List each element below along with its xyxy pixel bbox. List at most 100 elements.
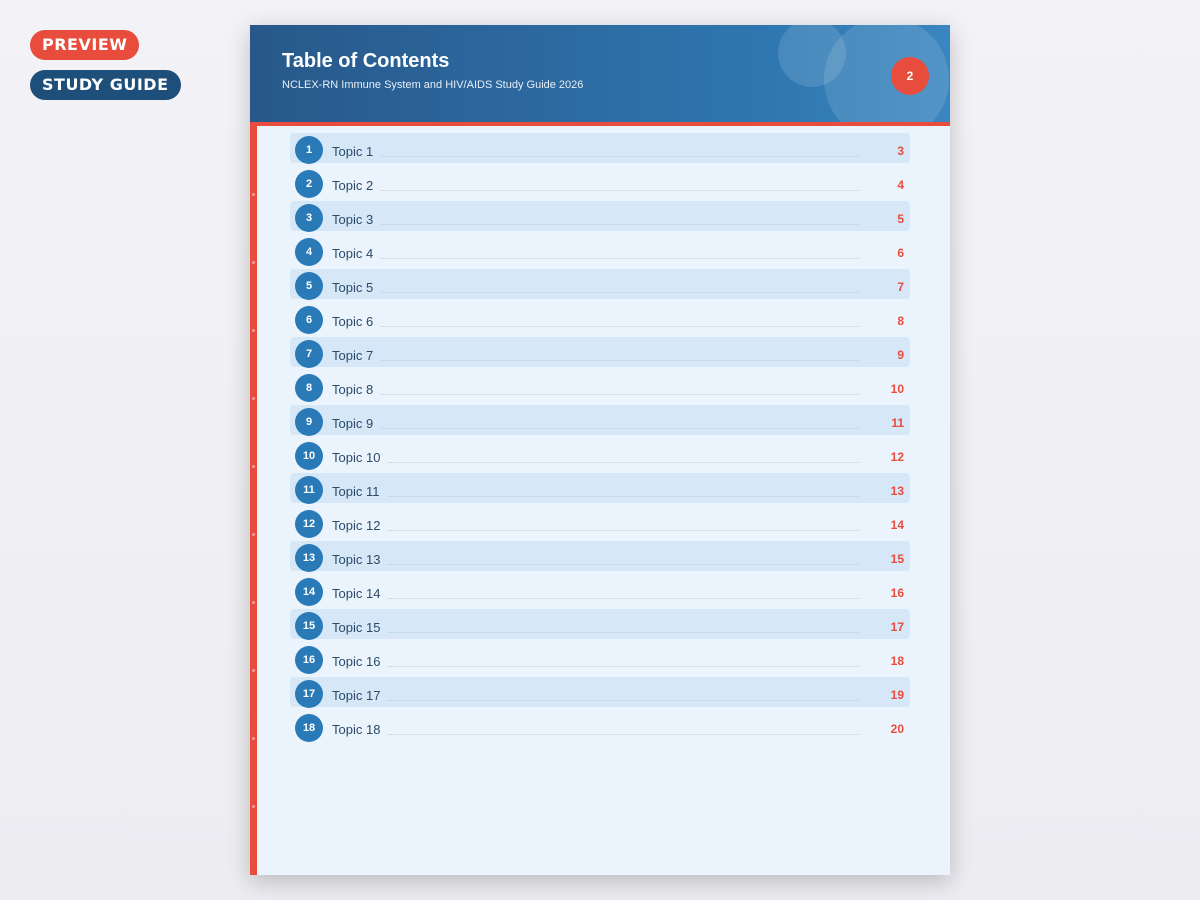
- toc-entry-number: 15: [295, 612, 323, 640]
- toc-leader-dots: [381, 360, 860, 361]
- toc-entry-number: 14: [295, 578, 323, 606]
- toc-entry-page: 11: [891, 416, 904, 430]
- toc-entry-page: 6: [897, 246, 904, 260]
- page-title: Table of Contents: [282, 50, 450, 72]
- binding-hole: [252, 669, 255, 672]
- toc-leader-dots: [388, 700, 860, 701]
- toc-entry[interactable]: 18 Topic 18 20: [290, 711, 910, 742]
- toc-entry[interactable]: 12 Topic 12 14: [290, 507, 910, 538]
- toc-entry-page: 14: [890, 518, 904, 532]
- toc-leader-dots: [381, 190, 860, 191]
- header-accent-bar: [250, 122, 950, 126]
- toc-leader-dots: [381, 156, 860, 157]
- preview-badge: PREVIEW: [30, 30, 140, 60]
- toc-entry-number: 18: [295, 714, 323, 742]
- toc-entry-number: 8: [295, 374, 323, 402]
- toc-entry[interactable]: 2 Topic 2 4: [290, 167, 910, 198]
- toc-entry-title: Topic 6: [332, 314, 374, 329]
- toc-entry[interactable]: 17 Topic 17 19: [290, 677, 910, 708]
- toc-entry[interactable]: 14 Topic 14 16: [290, 575, 910, 606]
- toc-entry[interactable]: 10 Topic 10 12: [290, 439, 910, 470]
- toc-entry[interactable]: 1 Topic 1 3: [290, 133, 910, 164]
- page-subtitle: NCLEX-RN Immune System and HIV/AIDS Stud…: [282, 79, 584, 91]
- toc-entry[interactable]: 7 Topic 7 9: [290, 337, 910, 368]
- toc-leader-dots: [388, 564, 860, 565]
- decorative-circle: [824, 25, 949, 122]
- toc-entry-number: 2: [295, 170, 323, 198]
- toc-entry-title: Topic 12: [332, 518, 381, 533]
- toc-entry-number: 13: [295, 544, 323, 572]
- toc-entry-number: 5: [295, 272, 323, 300]
- toc-entry-title: Topic 16: [332, 654, 381, 669]
- toc-entry-page: 16: [890, 586, 904, 600]
- page-number-badge: 2: [891, 57, 929, 95]
- binding-hole: [252, 533, 255, 536]
- toc-leader-dots: [387, 496, 860, 497]
- page-header: Table of Contents NCLEX-RN Immune System…: [250, 25, 950, 122]
- toc-entry[interactable]: 6 Topic 6 8: [290, 303, 910, 334]
- binding-hole: [252, 737, 255, 740]
- binding-hole: [252, 329, 255, 332]
- binding-hole: [252, 193, 255, 196]
- toc-entry-title: Topic 10: [332, 450, 381, 465]
- toc-entry-number: 16: [295, 646, 323, 674]
- toc-entry-page: 12: [890, 450, 904, 464]
- toc-leader-dots: [388, 530, 860, 531]
- toc-leader-dots: [388, 598, 860, 599]
- toc-entry-title: Topic 8: [332, 382, 374, 397]
- toc-leader-dots: [388, 462, 860, 463]
- toc-entry-number: 1: [295, 136, 323, 164]
- toc-leader-dots: [381, 258, 860, 259]
- toc-entry-title: Topic 15: [332, 620, 381, 635]
- toc-leader-dots: [381, 394, 860, 395]
- toc-entry-page: 3: [897, 144, 904, 158]
- toc-entry-page: 18: [890, 654, 904, 668]
- toc-entry[interactable]: 9 Topic 9 11: [290, 405, 910, 436]
- toc-entry-number: 4: [295, 238, 323, 266]
- toc-leader-dots: [381, 326, 860, 327]
- toc-entry-title: Topic 13: [332, 552, 381, 567]
- binding-hole: [252, 261, 255, 264]
- toc-entry-page: 10: [890, 382, 904, 396]
- toc-entry[interactable]: 15 Topic 15 17: [290, 609, 910, 640]
- toc-entry[interactable]: 11 Topic 11 13: [290, 473, 910, 504]
- binding-hole: [252, 465, 255, 468]
- toc-leader-dots: [381, 428, 860, 429]
- toc-entry-number: 9: [295, 408, 323, 436]
- toc-entry-page: 7: [897, 280, 904, 294]
- toc-entry-page: 8: [897, 314, 904, 328]
- toc-entry-number: 7: [295, 340, 323, 368]
- toc-entry-number: 17: [295, 680, 323, 708]
- toc-entry-number: 12: [295, 510, 323, 538]
- study-guide-badge: STUDY GUIDE: [30, 70, 181, 100]
- toc-entry-page: 9: [897, 348, 904, 362]
- toc-entry-title: Topic 18: [332, 722, 381, 737]
- toc-entry-title: Topic 3: [332, 212, 374, 227]
- binding-hole: [252, 397, 255, 400]
- document-page: Table of Contents NCLEX-RN Immune System…: [250, 25, 950, 875]
- toc-entry[interactable]: 16 Topic 16 18: [290, 643, 910, 674]
- toc-entry-page: 4: [897, 178, 904, 192]
- toc-entry[interactable]: 13 Topic 13 15: [290, 541, 910, 572]
- toc-entry-page: 5: [897, 212, 904, 226]
- toc-entry-number: 10: [295, 442, 323, 470]
- table-of-contents: 1 Topic 1 3 2 Topic 2 4 3 Topic 3 5 4 Topic 4 6 5 Top…: [290, 133, 910, 745]
- toc-entry[interactable]: 5 Topic 5 7: [290, 269, 910, 300]
- toc-entry-title: Topic 2: [332, 178, 374, 193]
- toc-entry-title: Topic 7: [332, 348, 374, 363]
- toc-entry[interactable]: 4 Topic 4 6: [290, 235, 910, 266]
- left-accent-bar: [250, 122, 257, 875]
- toc-entry-title: Topic 11: [332, 484, 380, 499]
- toc-entry[interactable]: 3 Topic 3 5: [290, 201, 910, 232]
- toc-entry-title: Topic 4: [332, 246, 374, 261]
- toc-entry-page: 13: [890, 484, 904, 498]
- toc-entry[interactable]: 8 Topic 8 10: [290, 371, 910, 402]
- toc-entry-title: Topic 17: [332, 688, 381, 703]
- toc-entry-page: 20: [890, 722, 904, 736]
- toc-entry-number: 6: [295, 306, 323, 334]
- toc-leader-dots: [388, 734, 860, 735]
- binding-hole: [252, 601, 255, 604]
- toc-entry-title: Topic 9: [332, 416, 374, 431]
- toc-leader-dots: [388, 632, 860, 633]
- toc-entry-number: 3: [295, 204, 323, 232]
